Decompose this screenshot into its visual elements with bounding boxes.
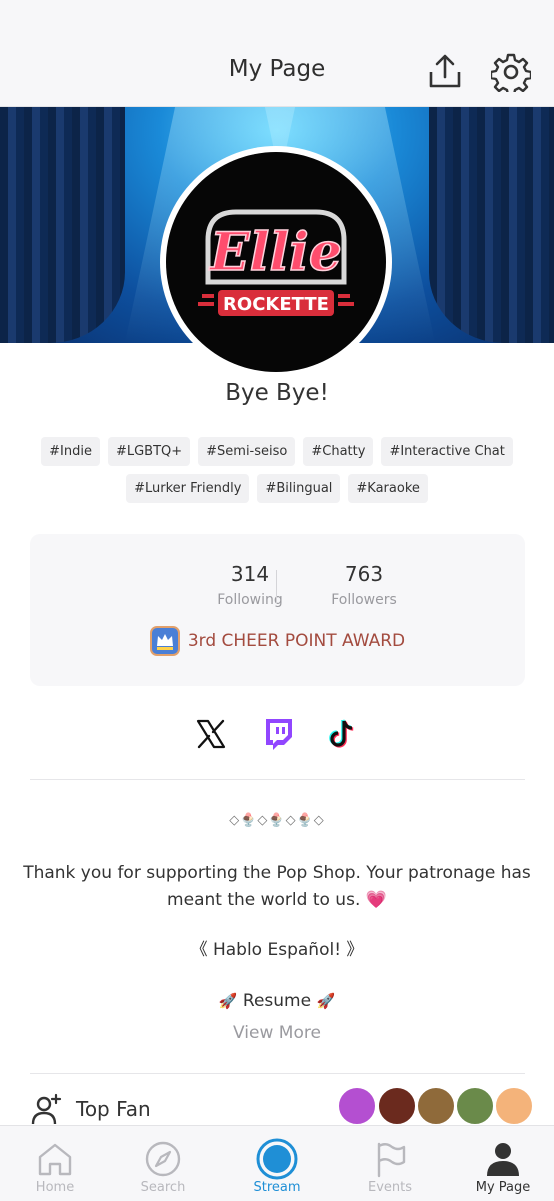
tab-label: Stream: [253, 1180, 301, 1195]
tag-chip[interactable]: #Chatty: [303, 437, 374, 466]
bottom-tab-bar: Home Search Stream Events My Page: [0, 1125, 554, 1201]
stream-circle-icon: [256, 1138, 298, 1180]
view-more-link[interactable]: View More: [0, 1023, 554, 1043]
x-icon[interactable]: [194, 717, 228, 751]
bio-line: Thank you for supporting the Pop Shop. Y…: [23, 863, 531, 910]
fan-avatar[interactable]: [494, 1086, 534, 1126]
section-divider: [30, 1073, 525, 1074]
tag-row: #Indie #LGBTQ+ #Semi-seiso #Chatty #Inte…: [0, 437, 554, 466]
tag-chip[interactable]: #Interactive Chat: [381, 437, 513, 466]
share-upload-icon[interactable]: [425, 52, 465, 92]
flag-icon: [377, 1142, 406, 1178]
compass-icon: [145, 1141, 181, 1177]
award-badge[interactable]: 3rd CHEER POINT AWARD: [30, 626, 525, 656]
app-header: My Page: [0, 0, 554, 107]
stat-divider: [276, 570, 277, 604]
followers-count: 763: [344, 562, 384, 586]
crown-award-icon: [149, 626, 180, 656]
section-divider: [30, 779, 525, 780]
bio-decoration: ◇🍨◇🍨◇🍨◇: [229, 813, 325, 828]
logo-text-bottom: ROCKETTE: [223, 294, 329, 315]
tab-events[interactable]: Events: [335, 1126, 445, 1201]
fan-avatar[interactable]: [416, 1086, 456, 1126]
fan-avatar[interactable]: [337, 1086, 377, 1126]
home-icon: [38, 1143, 72, 1176]
tab-my-page[interactable]: My Page: [448, 1126, 554, 1201]
tab-home[interactable]: Home: [0, 1126, 110, 1201]
tag-chip[interactable]: #Lurker Friendly: [126, 474, 250, 503]
tag-chip[interactable]: #Semi-seiso: [198, 437, 296, 466]
bio-text: Thank you for supporting the Pop Shop. Y…: [20, 860, 534, 914]
rocket-emoji: 🚀: [218, 992, 238, 1010]
twitch-icon[interactable]: [261, 717, 295, 751]
rocket-emoji: 🚀: [316, 992, 336, 1010]
heart-emoji: 💗: [365, 890, 387, 910]
followers-stat[interactable]: 763 Followers: [294, 562, 434, 608]
gear-icon[interactable]: [491, 52, 531, 92]
person-plus-icon: [31, 1093, 62, 1125]
tab-label: My Page: [475, 1180, 531, 1195]
profile-status: Bye Bye!: [225, 380, 329, 406]
tiktok-icon[interactable]: [325, 717, 359, 751]
tag-chip[interactable]: #Bilingual: [257, 474, 341, 503]
person-icon: [487, 1143, 519, 1176]
tab-search[interactable]: Search: [108, 1126, 218, 1201]
tab-label: Home: [35, 1180, 75, 1195]
tab-label: Events: [367, 1180, 412, 1195]
tag-chip[interactable]: #LGBTQ+: [107, 437, 191, 466]
bio-resume-line: 🚀 Resume 🚀: [20, 988, 534, 1015]
curtain-left: [0, 107, 125, 343]
tag-chip[interactable]: #Karaoke: [348, 474, 428, 503]
tag-row: #Lurker Friendly #Bilingual #Karaoke: [0, 474, 554, 503]
followers-label: Followers: [331, 592, 397, 608]
fan-avatar[interactable]: [377, 1086, 417, 1126]
page-title: My Page: [228, 56, 326, 82]
bio-spanish-line: 《 Hablo Español! 》: [190, 940, 364, 960]
resume-label: Resume: [237, 991, 317, 1011]
tab-stream[interactable]: Stream: [222, 1126, 332, 1201]
stats-card: 314 Following 763 Followers 3rd CHEER PO…: [30, 534, 525, 686]
avatar[interactable]: Ellie ROCKETTE: [160, 146, 392, 378]
top-fan-label: Top Fan: [76, 1097, 151, 1121]
tag-chip[interactable]: #Indie: [41, 437, 100, 466]
curtain-right: [429, 107, 554, 343]
avatar-logo: Ellie ROCKETTE: [166, 152, 386, 372]
fan-avatar[interactable]: [455, 1086, 495, 1126]
award-text: 3rd CHEER POINT AWARD: [187, 631, 406, 651]
logo-text-top: Ellie: [208, 222, 342, 283]
top-fan-row[interactable]: Top Fan: [30, 1089, 151, 1129]
tab-label: Search: [140, 1180, 186, 1195]
